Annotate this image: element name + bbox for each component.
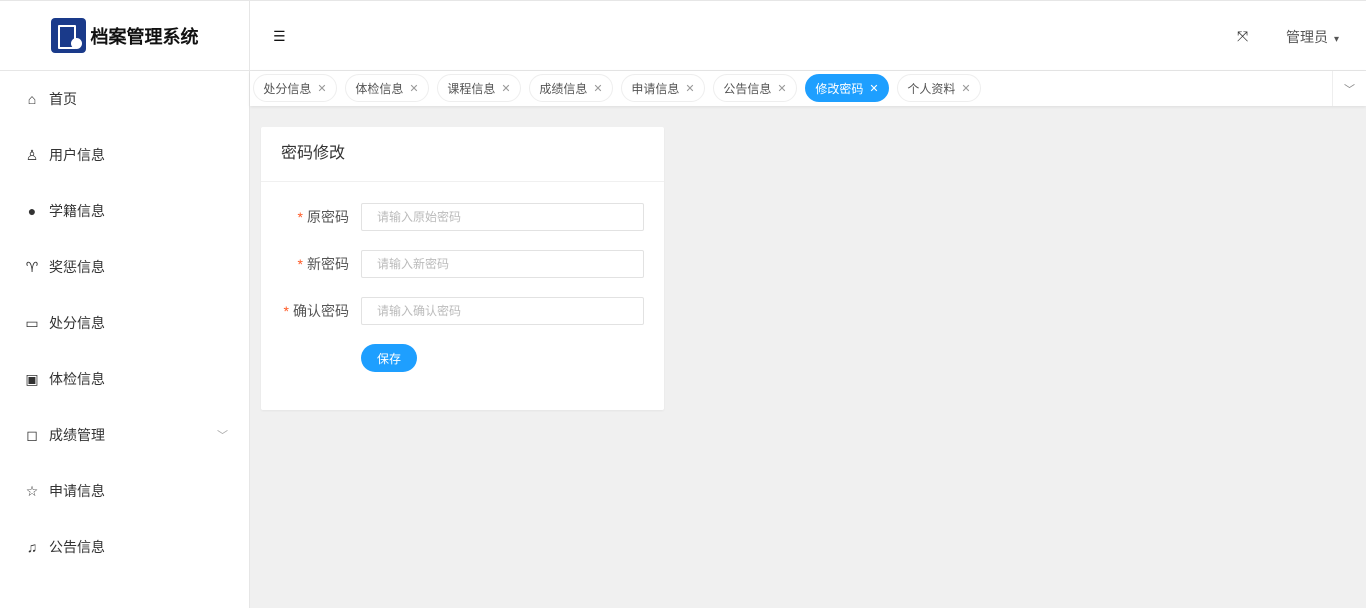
sidebar: ⌂ 首页 ♙ 用户信息 ● 学籍信息 ♈ 奖惩信息 ▭ 处分信息 ▣ 体检信息 ◻ 成绩管理 ﹀… xyxy=(0,71,250,608)
sidebar-item-label: 首页 xyxy=(49,91,77,107)
tab-physical[interactable]: 体检信息 ✕ xyxy=(345,74,429,102)
bell-icon: ♫ xyxy=(26,539,38,555)
label-text: 新密码 xyxy=(307,256,349,272)
sidebar-item-label: 奖惩信息 xyxy=(49,259,105,275)
sidebar-item-label: 申请信息 xyxy=(49,483,105,499)
save-button[interactable]: 保存 xyxy=(361,344,417,372)
new-password-row: * 新密码 xyxy=(261,250,664,278)
sidebar-item-label: 处分信息 xyxy=(49,315,105,331)
close-icon[interactable]: ✕ xyxy=(501,82,510,95)
tab-profile[interactable]: 个人资料 ✕ xyxy=(897,74,981,102)
tab-change-password[interactable]: 修改密码 ✕ xyxy=(805,74,889,102)
required-mark: * xyxy=(297,256,303,272)
old-password-input[interactable] xyxy=(361,203,644,231)
sidebar-item-notices[interactable]: ♫ 公告信息 xyxy=(0,519,249,575)
close-icon[interactable]: ✕ xyxy=(593,82,602,95)
sidebar-item-physical[interactable]: ▣ 体检信息 xyxy=(0,351,249,407)
archive-logo-icon xyxy=(50,18,86,53)
tab-label: 修改密码 xyxy=(815,81,864,96)
sidebar-item-label: 学籍信息 xyxy=(49,203,105,219)
person-icon: ● xyxy=(27,203,37,219)
confirm-password-input[interactable] xyxy=(361,297,644,325)
note-icon: ◻ xyxy=(26,426,38,443)
user-name: 管理员 xyxy=(1286,29,1328,45)
close-icon[interactable]: ✕ xyxy=(685,82,694,95)
sidebar-item-applications[interactable]: ☆ 申请信息 xyxy=(0,463,249,519)
caret-down-icon: ▾ xyxy=(1334,34,1340,45)
sidebar-item-grades[interactable]: ◻ 成绩管理 ﹀ xyxy=(0,407,249,463)
sidebar-item-label: 体检信息 xyxy=(49,371,105,387)
chevron-down-icon: ﹀ xyxy=(1344,83,1355,96)
old-password-row: * 原密码 xyxy=(261,203,664,231)
star-icon: ☆ xyxy=(25,482,39,499)
sidebar-item-users[interactable]: ♙ 用户信息 xyxy=(0,127,249,183)
tab-grades[interactable]: 成绩信息 ✕ xyxy=(529,74,613,102)
close-icon[interactable]: ✕ xyxy=(869,82,878,95)
sidebar-item-rewards[interactable]: ♈ 奖惩信息 xyxy=(0,239,249,295)
new-password-input[interactable] xyxy=(361,250,644,278)
tab-courses[interactable]: 课程信息 ✕ xyxy=(437,74,521,102)
tab-label: 个人资料 xyxy=(907,81,956,96)
user-icon: ♙ xyxy=(25,146,39,163)
chevron-down-icon: ﹀ xyxy=(217,430,228,442)
label-text: 原密码 xyxy=(307,209,349,225)
tab-label: 成绩信息 xyxy=(539,81,588,96)
user-menu[interactable]: 管理员 ▾ xyxy=(1286,27,1339,47)
tab-label: 课程信息 xyxy=(447,81,496,96)
app-title: 档案管理系统 xyxy=(90,26,199,47)
confirm-password-row: * 确认密码 xyxy=(261,297,664,325)
sidebar-item-home[interactable]: ⌂ 首页 xyxy=(0,71,249,127)
sidebar-item-label: 用户信息 xyxy=(49,147,105,163)
tab-label: 体检信息 xyxy=(355,81,404,96)
card-title: 密码修改 xyxy=(261,127,664,182)
required-mark: * xyxy=(297,209,303,225)
tab-punishment[interactable]: 处分信息 ✕ xyxy=(253,74,337,102)
checklist-icon: ▣ xyxy=(25,370,39,387)
label-text: 确认密码 xyxy=(293,303,349,319)
top-bar: ☰ ⤧ 管理员 ▾ xyxy=(250,0,1366,71)
close-icon[interactable]: ✕ xyxy=(317,82,326,95)
tabs-bar: 处分信息 ✕ 体检信息 ✕ 课程信息 ✕ 成绩信息 ✕ 申请信息 ✕ 公告信息 ✕ 修改密码… xyxy=(250,71,1366,106)
fullscreen-icon[interactable]: ⤧ xyxy=(1237,28,1248,45)
sidebar-item-label: 公告信息 xyxy=(49,539,105,555)
close-icon[interactable]: ✕ xyxy=(777,82,786,95)
tab-label: 公告信息 xyxy=(723,81,772,96)
tab-applications[interactable]: 申请信息 ✕ xyxy=(621,74,705,102)
tabs-more-button[interactable]: ﹀ xyxy=(1332,71,1366,106)
old-password-label: * 原密码 xyxy=(298,203,349,231)
logo-area: 档案管理系统 xyxy=(0,0,250,71)
close-icon[interactable]: ✕ xyxy=(409,82,418,95)
sidebar-item-punishment[interactable]: ▭ 处分信息 xyxy=(0,295,249,351)
new-password-label: * 新密码 xyxy=(298,250,349,278)
tab-label: 处分信息 xyxy=(263,81,312,96)
sidebar-item-label: 成绩管理 xyxy=(49,427,105,443)
close-icon[interactable]: ✕ xyxy=(961,82,970,95)
home-icon: ⌂ xyxy=(27,91,37,107)
menu-toggle-icon[interactable]: ☰ xyxy=(273,29,286,43)
required-mark: * xyxy=(283,303,289,319)
trophy-icon: ♈ xyxy=(25,258,39,275)
tab-label: 申请信息 xyxy=(631,81,680,96)
sidebar-item-student-status[interactable]: ● 学籍信息 xyxy=(0,183,249,239)
tab-notices[interactable]: 公告信息 ✕ xyxy=(713,74,797,102)
card-icon: ▭ xyxy=(25,314,39,331)
confirm-password-label: * 确认密码 xyxy=(284,297,349,325)
password-form-card: 密码修改 * 原密码 * 新密码 * 确认密码 保存 xyxy=(261,127,664,410)
